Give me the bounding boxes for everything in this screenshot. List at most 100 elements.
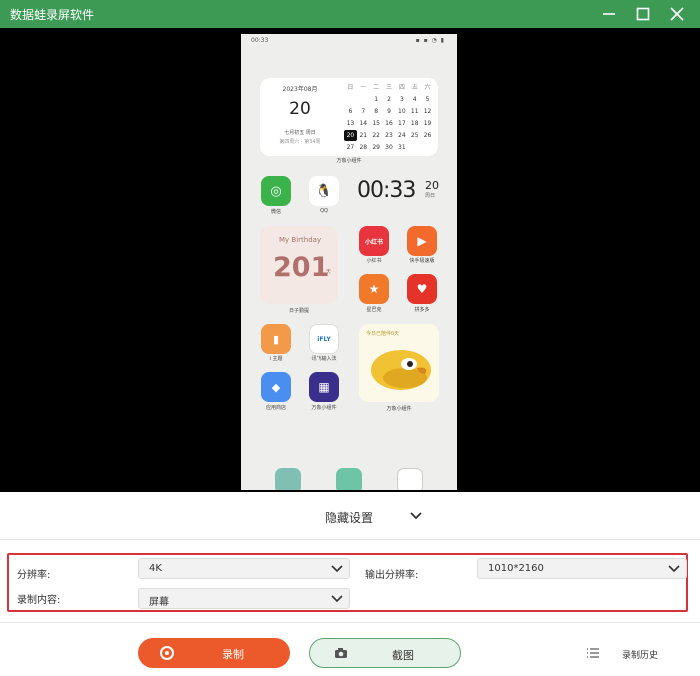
resolution-label: 分辨率: xyxy=(17,570,51,581)
calendar-date-cell: 13 xyxy=(346,120,355,127)
calendar-date-cell: 1 xyxy=(374,96,379,103)
phone-screen-preview: 00:33 ▪ ▪ ◔ ▮ 2023年08月 20 七月初五 周日 第四周六 ·… xyxy=(241,34,457,490)
resolution-select[interactable]: 4K xyxy=(138,558,350,579)
calendar-date-cell: 29 xyxy=(372,144,380,151)
calendar-date-cell: 28 xyxy=(359,144,368,151)
record-content-label: 录制内容: xyxy=(17,595,61,606)
bottom-toolbar: 录制 截图 录制历史 xyxy=(0,622,700,676)
preview-area: 00:33 ▪ ▪ ◔ ▮ 2023年08月 20 七月初五 周日 第四周六 ·… xyxy=(0,28,700,492)
app-label: 星巴克 xyxy=(366,307,382,313)
app-ifly[interactable]: iFLY xyxy=(309,324,339,354)
chevron-down-icon xyxy=(331,595,343,603)
calendar-date-cell: 17 xyxy=(398,120,406,127)
screenshot-button-label: 截图 xyxy=(392,649,414,662)
app-label: 万象小组件 xyxy=(311,405,337,411)
chevron-down-icon xyxy=(331,565,343,573)
calendar-date-cell: 8 xyxy=(374,108,379,115)
title-bar: 数据蛙录屏软件 xyxy=(0,0,700,28)
list-icon[interactable] xyxy=(586,647,600,659)
calendar-date-cell: 4 xyxy=(412,96,417,103)
calendar-widget: 2023年08月 20 七月初五 周日 第四周六 · 第34周 日一二三四五六 1… xyxy=(260,78,438,156)
output-resolution-select[interactable]: 1010*2160 xyxy=(477,558,687,579)
maximize-button[interactable] xyxy=(626,0,660,28)
record-history-link[interactable]: 录制历史 xyxy=(622,648,658,661)
calendar-date-cell xyxy=(357,94,370,105)
calendar-date-cell: 21 xyxy=(359,132,368,139)
close-button[interactable] xyxy=(660,0,694,28)
calendar-weekday-header: 六 xyxy=(424,84,431,91)
record-button[interactable]: 录制 xyxy=(138,638,290,668)
calendar-date-cell: 27 xyxy=(346,144,355,151)
dock-contacts-icon[interactable] xyxy=(275,468,301,490)
qq-penguin-icon: 🐧 xyxy=(315,183,333,199)
app-starbucks[interactable]: ★ xyxy=(359,274,389,304)
calendar-date-cell: 5 xyxy=(425,96,430,103)
calendar-date-cell: 3 xyxy=(399,96,404,103)
birthday-widget[interactable]: My Birthday 201 天 xyxy=(260,226,338,304)
calendar-date-cell: 30 xyxy=(385,144,393,151)
app-label: 微信 xyxy=(270,209,281,215)
clock-widget-date: 20 周日 xyxy=(425,179,439,199)
maximize-icon xyxy=(636,7,650,21)
hide-settings-toggle[interactable]: 隐藏设置 xyxy=(0,492,700,540)
hide-settings-label: 隐藏设置 xyxy=(325,511,374,525)
window-title: 数据蛙录屏软件 xyxy=(10,8,95,22)
record-button-label: 录制 xyxy=(222,648,244,661)
calendar-grid: 日一二三四五六 1 2 3 4 5 6 7 8 9 10 11 12 13 14 15 16 17 18 19 20 21… xyxy=(344,82,434,153)
calendar-widget-label: 万象小组件 xyxy=(336,158,362,164)
app-label: 小红书 xyxy=(366,258,382,264)
app-pinduoduo[interactable]: ♥ xyxy=(407,274,437,304)
calendar-year-month: 2023年08月 xyxy=(282,86,318,93)
calendar-date-cell xyxy=(408,142,421,153)
record-content-select[interactable]: 屏幕 xyxy=(138,588,350,609)
calendar-weekday-header: 日 xyxy=(347,84,354,91)
kuaishou-icon: ▶ xyxy=(417,234,427,248)
pinduoduo-icon: ♥ xyxy=(416,282,428,296)
starbucks-icon: ★ xyxy=(368,282,380,296)
calendar-weekday-header: 三 xyxy=(385,84,392,91)
record-icon xyxy=(160,646,174,660)
clock-day: 20 xyxy=(425,179,439,192)
status-icons: ▪ ▪ ◔ ▮ xyxy=(415,37,445,44)
app-wechat[interactable]: ◎ xyxy=(261,176,291,206)
dock-phone-icon[interactable] xyxy=(336,468,362,490)
calendar-day: 20 xyxy=(289,99,311,119)
chevron-down-icon xyxy=(410,512,422,520)
chevron-down-icon xyxy=(668,565,680,573)
dock-app-icon[interactable] xyxy=(397,468,423,490)
app-qq[interactable]: 🐧 xyxy=(309,176,339,206)
minimize-button[interactable] xyxy=(592,0,626,28)
output-resolution-value: 1010*2160 xyxy=(488,563,544,574)
birthday-unit: 天 xyxy=(326,269,332,275)
app-label: 讯飞输入法 xyxy=(311,356,337,362)
calendar-date-cell: 18 xyxy=(410,120,419,127)
pet-bird-widget[interactable]: 今日已陪伴0天 xyxy=(359,324,439,402)
xiaohongshu-icon: 小红书 xyxy=(364,238,383,246)
screenshot-button[interactable]: 截图 xyxy=(309,638,461,668)
close-icon xyxy=(670,7,684,21)
app-kuaishou[interactable]: ▶ xyxy=(407,226,437,256)
calendar-date-cell: 26 xyxy=(423,132,432,139)
birthday-widget-label: 日子勤提 xyxy=(288,308,309,314)
calendar-date-cell xyxy=(344,94,357,105)
settings-panel: 隐藏设置 分辨率: 4K 输出分辨率: 1010*2160 录制内容: 屏幕 录… xyxy=(0,492,700,676)
calendar-date-cell: 22 xyxy=(372,132,380,139)
clock-weekday: 周日 xyxy=(425,193,436,199)
theme-brush-icon: ▮ xyxy=(272,332,280,346)
status-time: 00:33 xyxy=(251,37,269,44)
app-label: 拼多多 xyxy=(414,307,430,313)
calendar-weekday-header: 五 xyxy=(411,84,418,91)
app-store[interactable]: ◆ xyxy=(261,372,291,402)
calendar-info: 第四周六 · 第34周 xyxy=(279,139,321,145)
app-itheme[interactable]: ▮ xyxy=(261,324,291,354)
app-xiaohongshu[interactable]: 小红书 xyxy=(359,226,389,256)
record-content-value: 屏幕 xyxy=(149,597,169,608)
app-label: 快手极速版 xyxy=(409,258,435,264)
calendar-date-cell: 19 xyxy=(423,120,432,127)
calendar-weekday-header: 四 xyxy=(398,84,405,91)
calendar-date-cell: 9 xyxy=(387,108,391,115)
app-widget-maker[interactable]: ▦ xyxy=(309,372,339,402)
recording-settings-group: 分辨率: 4K 输出分辨率: 1010*2160 录制内容: 屏幕 xyxy=(7,553,688,612)
calendar-date-cell: 11 xyxy=(410,108,419,115)
calendar-date-cell: 16 xyxy=(385,120,393,127)
